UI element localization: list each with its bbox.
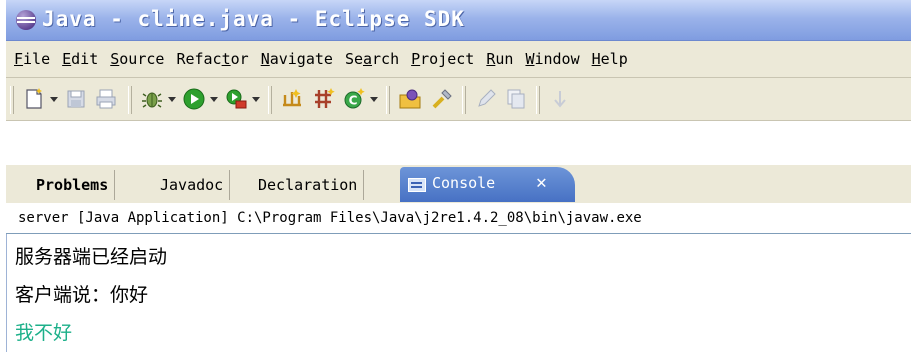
console-output[interactable]: 服务器端已经启动 客户端说：你好 我不好 <box>6 234 911 352</box>
menu-file[interactable]: File <box>6 41 56 77</box>
menu-search[interactable]: Search <box>339 41 405 77</box>
menu-navigate[interactable]: Navigate <box>255 41 339 77</box>
copy-document-icon[interactable] <box>504 87 528 111</box>
tab-console-label: Console <box>432 174 496 192</box>
console-line: 客户端说：你好 <box>15 284 149 306</box>
edit-pencil-icon[interactable] <box>474 87 498 111</box>
window-title: Java - cline.java - Eclipse SDK <box>42 7 465 31</box>
toolbar-separator <box>386 86 390 114</box>
new-file-icon[interactable] <box>22 87 46 111</box>
external-tools-dropdown-arrow[interactable] <box>252 97 260 102</box>
toolbar-separator <box>462 86 466 114</box>
svg-text:C: C <box>349 94 358 108</box>
console-icon <box>408 178 426 192</box>
new-class-dropdown-arrow[interactable] <box>370 97 378 102</box>
main-toolbar: C <box>6 78 911 121</box>
run-dropdown-arrow[interactable] <box>210 97 218 102</box>
eclipse-window: Java - cline.java - Eclipse SDK File Edit… <box>6 0 911 352</box>
menu-help[interactable]: Help <box>586 41 634 77</box>
menu-window[interactable]: Window <box>519 41 585 77</box>
tab-javadoc[interactable]: Javadoc <box>154 170 231 200</box>
debug-icon[interactable] <box>140 87 164 111</box>
menu-source[interactable]: Source <box>104 41 170 77</box>
print-icon[interactable] <box>94 87 118 111</box>
external-tools-icon[interactable] <box>224 87 248 111</box>
tab-console[interactable]: Console ✕ <box>400 167 575 202</box>
new-java-project-icon[interactable] <box>280 87 304 111</box>
toolbar-separator <box>536 86 540 114</box>
view-tab-strip: Problems Javadoc Declaration Console ✕ <box>6 164 911 204</box>
run-icon[interactable] <box>182 87 206 111</box>
new-java-package-icon[interactable] <box>312 87 336 111</box>
menu-bar: File Edit Source Refactor Navigate Search Proj… <box>6 41 911 78</box>
tab-declaration[interactable]: Declaration <box>252 170 365 200</box>
debug-dropdown-arrow[interactable] <box>168 97 176 102</box>
menu-project[interactable]: Project <box>405 41 480 77</box>
menu-edit[interactable]: Edit <box>56 41 104 77</box>
close-icon[interactable]: ✕ <box>536 172 547 193</box>
title-bar: Java - cline.java - Eclipse SDK <box>6 0 911 41</box>
save-icon[interactable] <box>64 87 88 111</box>
open-type-icon[interactable] <box>398 87 422 111</box>
search-flashlight-icon[interactable] <box>430 87 454 111</box>
console-line: 我不好 <box>15 322 73 344</box>
next-annotation-icon[interactable] <box>548 87 572 111</box>
toolbar-separator <box>128 86 132 114</box>
toolbar-separator <box>268 86 272 114</box>
new-dropdown-arrow[interactable] <box>50 97 58 102</box>
console-line: 服务器端已经启动 <box>15 246 168 268</box>
toolbar-grip <box>10 86 14 114</box>
console-process-label: server [Java Application] C:\Program Fil… <box>6 203 911 234</box>
eclipse-icon <box>16 10 36 30</box>
menu-run[interactable]: Run <box>480 41 519 77</box>
new-java-class-icon[interactable]: C <box>342 87 366 111</box>
tab-problems[interactable]: Problems <box>30 170 116 200</box>
menu-refactor[interactable]: Refactor <box>170 41 254 77</box>
